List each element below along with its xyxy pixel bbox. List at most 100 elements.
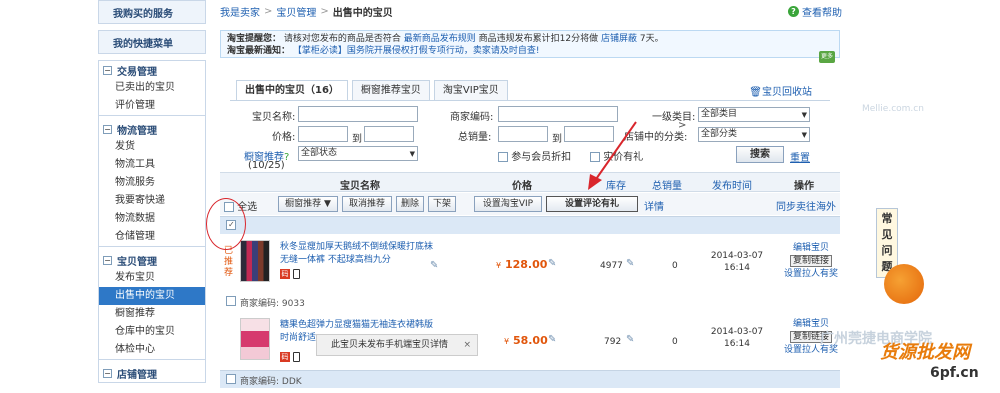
sidebar-item-reviews[interactable]: 评价管理 [99,97,205,115]
sidebar-box-services[interactable]: 我购买的服务 > [98,0,686,131]
pencil-icon[interactable]: ✎ [548,334,556,345]
to-label: 到 [352,134,362,145]
delete-button[interactable]: 删除 [396,196,424,212]
price-min-input[interactable] [298,126,348,142]
detail-link[interactable]: 详情 [644,198,664,213]
notice-line-2: 淘宝最新通知： 【掌柜必读】国务院开展侵权打假专项行动，卖家请及时自查! [227,45,833,57]
currency-symbol: ¥ [496,261,502,270]
col-time[interactable]: 发布时间 [712,177,752,192]
product-price: ¥ 128.00 [496,258,547,271]
product-thumbnail[interactable] [240,240,270,282]
tab-showcase[interactable]: 橱窗推荐宝贝 [351,80,430,100]
row-ops: 编辑宝贝 复制链接 设置拉人有奖 [780,242,842,281]
set-vip-button[interactable]: 设置淘宝VIP [474,196,542,212]
set-review-gift-button[interactable]: 设置评论有礼 [546,196,638,212]
promo-link[interactable]: 设置拉人有奖 [784,269,838,279]
sidebar-item-in-stock[interactable]: 仓库中的宝贝 [99,323,205,341]
code-tag-icon: 码 [280,269,290,279]
price-value: 128.00 [504,258,548,271]
name-label: 宝贝名称: [252,112,296,123]
pencil-icon[interactable]: ✎ [626,334,634,345]
row-checkbox[interactable] [226,374,236,384]
watermark: Mellie.com.cn [862,104,924,114]
merchant-code-row: 商家编码: 9033 [220,294,840,310]
sidebar-item-warehouse[interactable]: 仓储管理 [99,228,205,246]
category-select[interactable]: 全部类目 [698,107,810,122]
sidebar-item-logistics-tools[interactable]: 物流工具 [99,156,205,174]
sales-min-input[interactable] [498,126,548,142]
tab-bar: 出售中的宝贝（16） 橱窗推荐宝贝 淘宝VIP宝贝 [236,80,508,101]
sales-label: 总销量: [458,132,492,143]
member-discount-option[interactable]: 参与会员折扣 [498,148,571,163]
sidebar-item-sold[interactable]: 已卖出的宝贝 [99,79,205,97]
help-icon: ? [788,6,799,17]
merchant-code: 商家编码: 9033 [240,296,305,309]
product-thumbnail[interactable] [240,318,270,360]
product-sales: 0 [672,261,678,271]
cancel-showcase-button[interactable]: 取消推荐 [342,196,392,212]
row-group-header: 商家编码: DDK [220,370,840,388]
product-price: ¥ 58.00 [504,334,548,347]
breadcrumb-link[interactable]: 宝贝管理 [276,4,316,19]
sidebar-section-head[interactable]: − 交易管理 [99,61,205,79]
pencil-icon[interactable]: ✎ [548,258,556,269]
sidebar-box-shortcuts[interactable]: 我的快捷菜单 > [98,30,686,131]
pencil-icon[interactable]: ✎ [430,260,438,271]
collapse-icon[interactable]: − [103,255,112,265]
collapse-icon[interactable]: − [103,368,112,378]
copy-link-button[interactable]: 复制链接 [789,255,832,267]
delist-button[interactable]: 下架 [428,196,456,212]
sidebar-item-publish[interactable]: 发布宝贝 [99,269,205,287]
price-max-input[interactable] [364,126,414,142]
product-title[interactable]: 秋冬显瘦加厚天鹅绒不倒绒保暖打底袜 无缝一体裤 不起球高档九分 [280,241,440,267]
watermark: 货源批发网 [880,342,970,363]
section-title: 物流管理 [117,125,157,137]
collapse-icon[interactable]: − [103,65,112,75]
row-checkbox[interactable] [226,296,236,306]
sidebar-section-head[interactable]: − 物流管理 [99,120,205,138]
sidebar-item-logistics-data[interactable]: 物流数据 [99,210,205,228]
tab-vip[interactable]: 淘宝VIP宝贝 [433,80,508,100]
section-title: 店铺管理 [117,369,157,381]
sidebar-section-head[interactable]: − 店铺管理 [99,364,205,382]
pencil-icon[interactable]: ✎ [626,258,634,269]
collapse-icon[interactable]: − [103,124,112,134]
edit-item-link[interactable]: 编辑宝贝 [793,243,829,253]
tab-on-sale[interactable]: 出售中的宝贝（16） [236,80,348,101]
search-button[interactable]: 搜索 [736,146,784,163]
sidebar-item-express[interactable]: 我要寄快递 [99,192,205,210]
sidebar-item-ship[interactable]: 发货 [99,138,205,156]
help-link[interactable]: ? 查看帮助 [788,4,842,19]
more-badge[interactable]: 更多 [818,51,835,63]
sidebar-item-checkup[interactable]: 体检中心 [99,341,205,359]
sync-overseas-link[interactable]: 同步卖往海外 [776,198,836,213]
reset-link[interactable]: 重置 [790,149,810,164]
shop-category-select[interactable]: 全部分类 [698,127,810,142]
sidebar-item-on-sale[interactable]: 出售中的宝贝 [99,287,205,305]
recycle-bin-link[interactable]: 🗑宝贝回收站 [749,83,812,98]
recycle-label: 宝贝回收站 [762,87,812,98]
sidebar-item-logistics-service[interactable]: 物流服务 [99,174,205,192]
product-tags: 码 [280,352,300,362]
publish-clock: 16:14 [724,263,750,273]
notice-link[interactable]: 【掌柜必读】国务院开展侵权打假专项行动，卖家请及时自查! [293,46,540,56]
row-group-header: ✓ [220,216,840,234]
close-icon[interactable]: × [463,335,471,355]
showcase-button[interactable]: 橱窗推荐 ▼ [278,196,338,212]
price-value: 58.00 [512,334,548,347]
name-input[interactable] [298,106,418,122]
col-sales[interactable]: 总销量 [652,177,682,192]
sidebar-section-head[interactable]: − 宝贝管理 [99,251,205,269]
category-label: 一级类目: [652,112,696,123]
breadcrumb-sep: > [320,5,329,17]
sidebar-item-showcase[interactable]: 橱窗推荐 [99,305,205,323]
status-select[interactable]: 全部状态 [298,146,418,161]
sidebar-section-trade: − 交易管理 已卖出的宝贝 评价管理 [98,60,206,116]
rules-link[interactable]: 最新商品发布规则 [404,34,476,44]
member-discount-checkbox[interactable] [498,152,508,162]
shop-block-link[interactable]: 店铺屏蔽 [601,34,637,44]
section-title: 交易管理 [117,66,157,78]
code-label: 商家编码: [240,377,280,387]
recommended-label: 已推荐 [224,246,234,278]
breadcrumb-link[interactable]: 我是卖家 [220,4,260,19]
